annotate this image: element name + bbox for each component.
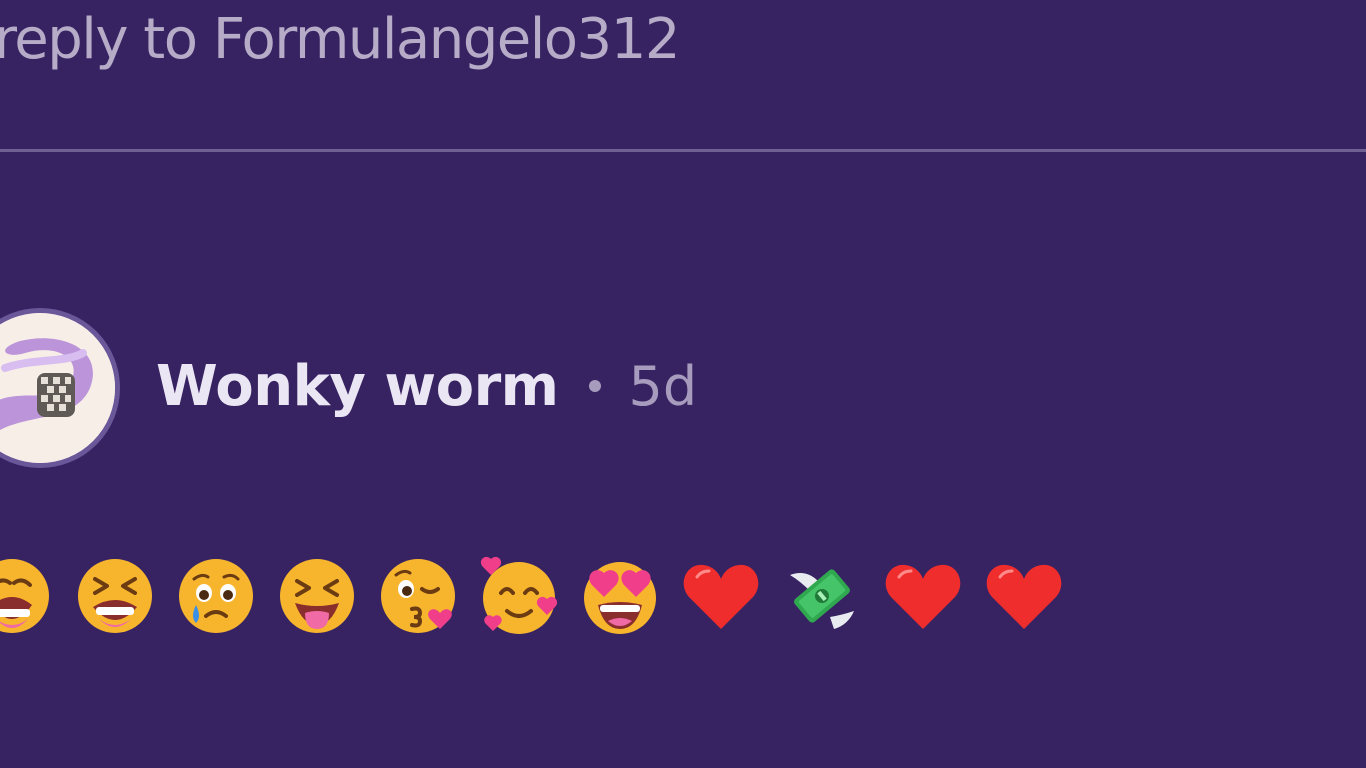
- red-heart-icon[interactable]: [883, 553, 963, 639]
- author-line: Wonky worm 5d: [156, 350, 697, 422]
- avatar[interactable]: [0, 308, 120, 468]
- crying-face-icon[interactable]: [176, 553, 256, 639]
- tired-face-icon[interactable]: [75, 553, 155, 639]
- heart-eyes-face-icon[interactable]: [580, 553, 660, 639]
- separator-dot: [588, 380, 601, 392]
- worm-avatar-icon: [0, 313, 115, 463]
- smiling-face-with-hearts-icon[interactable]: [479, 553, 559, 639]
- money-with-wings-icon[interactable]: [782, 553, 862, 639]
- weary-face-icon[interactable]: [0, 553, 52, 639]
- divider: [0, 149, 1366, 152]
- red-heart-icon[interactable]: [984, 553, 1064, 639]
- emoji-reactions: [0, 553, 1366, 643]
- reply-to-link[interactable]: reply to Formulangelo312: [0, 4, 680, 76]
- red-heart-icon[interactable]: [681, 553, 761, 639]
- comment-thread: reply to Formulangelo312 Wonky worm 5d: [0, 0, 1366, 768]
- timestamp[interactable]: 5d: [629, 355, 698, 418]
- face-blowing-kiss-icon[interactable]: [378, 553, 458, 639]
- author-name[interactable]: Wonky worm: [156, 354, 559, 419]
- squinting-tongue-face-icon[interactable]: [277, 553, 357, 639]
